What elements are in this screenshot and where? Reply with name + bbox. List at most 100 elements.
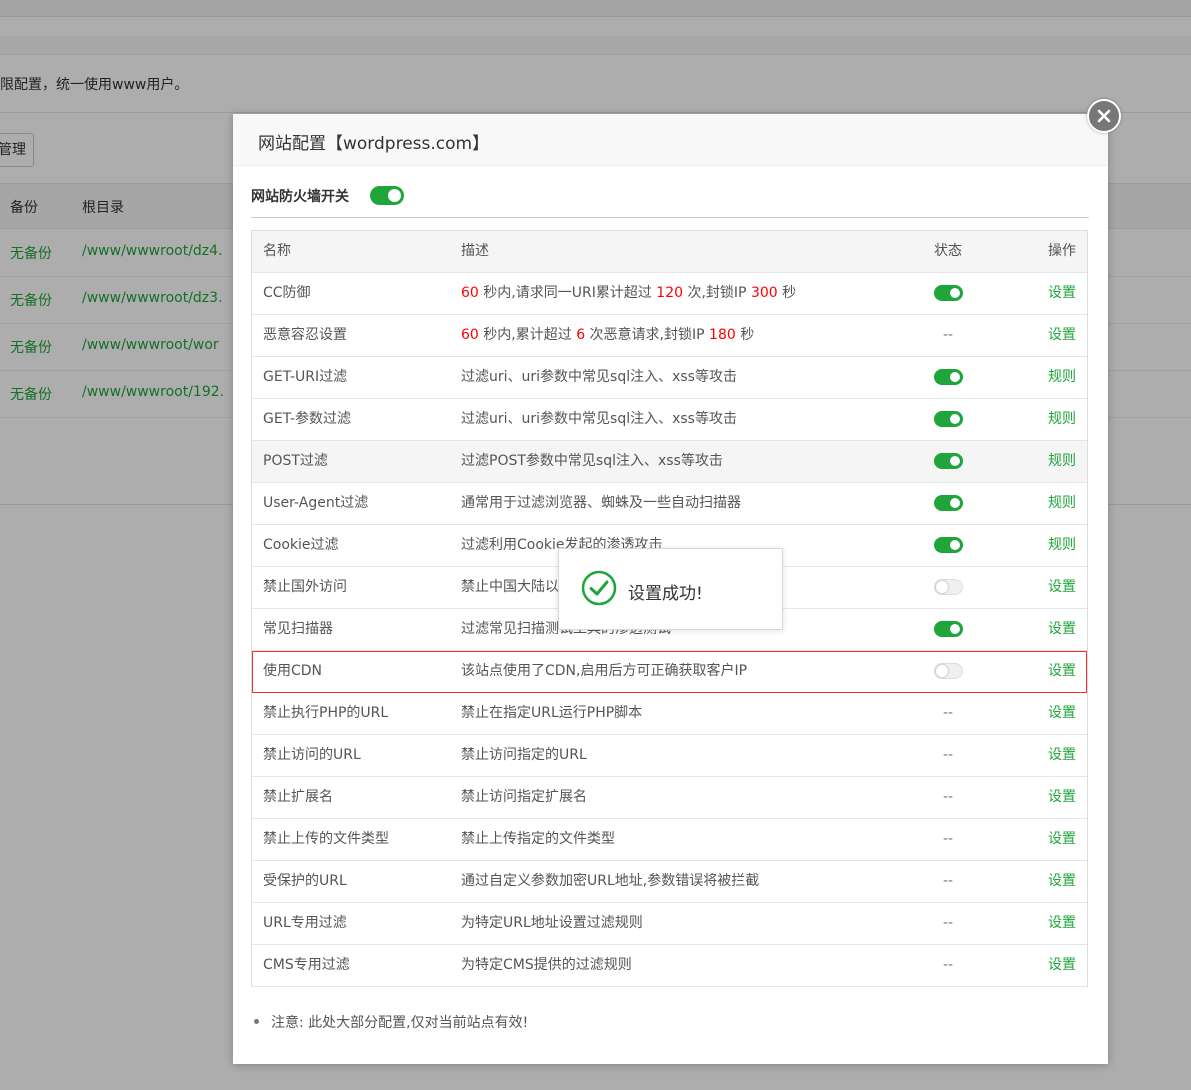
rule-description: 过滤uri、uri参数中常见sql注入、xss等攻击 [461, 411, 737, 427]
rule-name: POST过滤 [263, 453, 328, 469]
rule-description: 60 秒内,请求同一URI累计超过 120 次,封锁IP 300 秒 [461, 273, 796, 314]
toggle-knob [949, 414, 960, 424]
toggle-knob [949, 288, 960, 298]
status-toggle[interactable] [933, 663, 963, 679]
status-cell [933, 285, 963, 301]
status-toggle[interactable] [933, 285, 963, 301]
rule-name: 禁止访问的URL [263, 747, 361, 763]
settings-link[interactable]: 设置 [1048, 315, 1076, 356]
toggle-knob [935, 665, 948, 677]
header-desc: 描述 [461, 243, 489, 259]
rule-number: 6 [576, 327, 586, 343]
settings-link[interactable]: 设置 [1048, 945, 1076, 986]
table-row: 恶意容忍设置 60 秒内,累计超过 6 次恶意请求,封锁IP 180 秒 -- 设置 [252, 315, 1087, 357]
table-header-row: 名称 描述 状态 操作 [252, 231, 1087, 273]
rule-text: 次,封锁IP [683, 285, 751, 301]
status-toggle[interactable] [933, 369, 963, 385]
settings-link[interactable]: 设置 [1048, 273, 1076, 314]
rule-name: CC防御 [263, 285, 311, 301]
header-action: 操作 [1048, 243, 1076, 259]
rules-link[interactable]: 规则 [1048, 483, 1076, 524]
rule-description: 该站点使用了CDN,启用后方可正确获取客户IP [461, 663, 748, 679]
rule-number: 60 [461, 327, 479, 343]
rules-link[interactable]: 规则 [1048, 525, 1076, 566]
status-toggle[interactable] [933, 537, 963, 553]
table-row: URL专用过滤 为特定URL地址设置过滤规则 -- 设置 [252, 903, 1087, 945]
rule-name: 恶意容忍设置 [263, 327, 347, 343]
status-text: -- [942, 789, 954, 805]
settings-link[interactable]: 设置 [1048, 693, 1076, 734]
rule-name: URL专用过滤 [263, 915, 347, 931]
rule-description: 过滤uri、uri参数中常见sql注入、xss等攻击 [461, 369, 737, 385]
modal-title: 网站配置【wordpress.com】 [258, 134, 490, 154]
status-text: -- [942, 915, 954, 931]
table-row: 禁止上传的文件类型 禁止上传指定的文件类型 -- 设置 [252, 819, 1087, 861]
rule-name: 禁止国外访问 [263, 579, 347, 595]
rule-name: 使用CDN [263, 663, 323, 679]
status-cell [933, 579, 963, 595]
rule-description: 60 秒内,累计超过 6 次恶意请求,封锁IP 180 秒 [461, 315, 754, 356]
rule-name: 受保护的URL [263, 873, 347, 889]
note-text: 注意: 此处大部分配置,仅对当前站点有效! [271, 1015, 529, 1031]
note: 注意: 此处大部分配置,仅对当前站点有效! [251, 1012, 528, 1032]
rule-description: 通过自定义参数加密URL地址,参数错误将被拦截 [461, 873, 760, 889]
settings-link[interactable]: 设置 [1048, 819, 1076, 860]
rule-name: User-Agent过滤 [263, 495, 369, 511]
table-row: 禁止访问的URL 禁止访问指定的URL -- 设置 [252, 735, 1087, 777]
rules-link[interactable]: 规则 [1048, 399, 1076, 440]
table-row: 使用CDN 该站点使用了CDN,启用后方可正确获取客户IP 设置 [252, 651, 1087, 693]
rule-name: 禁止扩展名 [263, 789, 333, 805]
settings-link[interactable]: 设置 [1048, 735, 1076, 776]
rule-description: 禁止上传指定的文件类型 [461, 831, 615, 847]
header-status: 状态 [934, 243, 962, 259]
status-toggle[interactable] [933, 411, 963, 427]
rule-description: 禁止在指定URL运行PHP脚本 [461, 705, 643, 721]
toggle-knob [935, 581, 948, 593]
toggle-knob [949, 540, 960, 550]
bullet-icon [254, 1019, 259, 1024]
settings-link[interactable]: 设置 [1048, 651, 1076, 692]
settings-link[interactable]: 设置 [1048, 903, 1076, 944]
status-text: -- [942, 747, 954, 763]
rule-description: 过滤POST参数中常见sql注入、xss等攻击 [461, 453, 723, 469]
table-row: POST过滤 过滤POST参数中常见sql注入、xss等攻击 规则 [252, 441, 1087, 483]
status-text: -- [942, 327, 954, 343]
rules-link[interactable]: 规则 [1048, 357, 1076, 398]
status-toggle[interactable] [933, 579, 963, 595]
table-row: 禁止扩展名 禁止访问指定扩展名 -- 设置 [252, 777, 1087, 819]
table-row: GET-参数过滤 过滤uri、uri参数中常见sql注入、xss等攻击 规则 [252, 399, 1087, 441]
rule-name: Cookie过滤 [263, 537, 339, 553]
rule-text: 秒内,累计超过 [478, 327, 577, 343]
settings-link[interactable]: 设置 [1048, 777, 1076, 818]
status-toggle[interactable] [933, 495, 963, 511]
close-button[interactable] [1087, 99, 1121, 133]
rule-description: 为特定CMS提供的过滤规则 [461, 957, 632, 973]
toggle-knob [949, 624, 960, 634]
rule-description: 通常用于过滤浏览器、蜘蛛及一些自动扫描器 [461, 495, 741, 511]
status-text: -- [942, 957, 954, 973]
rule-text: 秒 [777, 285, 797, 301]
firewall-toggle[interactable] [370, 186, 404, 205]
rule-text: 秒 [735, 327, 755, 343]
modal-header: 网站配置【wordpress.com】 [233, 114, 1108, 166]
rule-number: 120 [656, 285, 684, 301]
table-row: 禁止执行PHP的URL 禁止在指定URL运行PHP脚本 -- 设置 [252, 693, 1087, 735]
status-cell [933, 453, 963, 469]
header-name: 名称 [263, 243, 291, 259]
rule-number: 300 [750, 285, 778, 301]
settings-link[interactable]: 设置 [1048, 861, 1076, 902]
settings-link[interactable]: 设置 [1048, 609, 1076, 650]
rule-text: 秒内,请求同一URI累计超过 [478, 285, 657, 301]
rules-link[interactable]: 规则 [1048, 441, 1076, 482]
toggle-knob [388, 189, 401, 202]
table-row: User-Agent过滤 通常用于过滤浏览器、蜘蛛及一些自动扫描器 规则 [252, 483, 1087, 525]
toast-message: 设置成功! [628, 584, 703, 604]
rule-name: GET-URI过滤 [263, 369, 348, 385]
rule-description: 禁止访问指定的URL [461, 747, 587, 763]
status-text: -- [942, 831, 954, 847]
table-row: 受保护的URL 通过自定义参数加密URL地址,参数错误将被拦截 -- 设置 [252, 861, 1087, 903]
settings-link[interactable]: 设置 [1048, 567, 1076, 608]
status-toggle[interactable] [933, 453, 963, 469]
status-toggle[interactable] [933, 621, 963, 637]
toggle-knob [949, 498, 960, 508]
